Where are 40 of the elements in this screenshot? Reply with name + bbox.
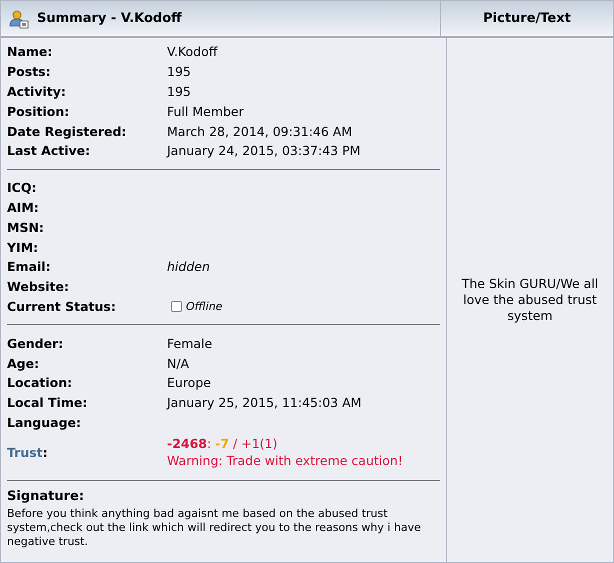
field-value: Europe: [167, 375, 211, 390]
signature-label: Signature:: [7, 489, 86, 504]
field-value: hidden: [167, 259, 210, 274]
field-value: V.Kodoff: [167, 44, 218, 60]
trust-warning: Warning: Trade with extreme caution!: [167, 452, 403, 470]
status-text: Offline: [186, 300, 222, 313]
field-value: March 28, 2014, 09:31:46 AM: [167, 124, 352, 139]
signature-text: Before you think anything bad agaisnt me based on the abused trust system,check out the link which will redirect you to the reasons why i have negative trust.: [7, 507, 422, 550]
field-value: 195: [167, 64, 191, 80]
profile-title: Summary - V.Kodoff: [37, 11, 182, 26]
field-label: Position:: [7, 104, 70, 119]
field-value: Full Member: [167, 104, 244, 119]
field-label: Last Active:: [7, 143, 92, 158]
field-label: Email:: [7, 259, 52, 274]
field-label: Activity:: [7, 84, 67, 99]
field-label: AIM:: [7, 200, 40, 215]
field-label: YIM:: [7, 240, 40, 255]
column-title: Picture/Text: [482, 10, 572, 28]
field-label: Age:: [7, 356, 40, 371]
field-value: N/A: [167, 356, 190, 371]
user-icon: [9, 8, 29, 28]
field-label: Current Status:: [7, 298, 117, 314]
field-value: January 25, 2015, 11:45:03 AM: [167, 395, 362, 410]
field-value: January 24, 2015, 03:37:43 PM: [167, 143, 360, 158]
field-label: Date Registered:: [7, 124, 128, 139]
field-label: ICQ:: [7, 180, 38, 196]
field-value: 195: [167, 84, 191, 99]
field-label: Local Time:: [7, 395, 88, 410]
field-label: Website:: [7, 279, 70, 294]
field-label: Language:: [7, 414, 82, 430]
field-label: Name:: [7, 44, 54, 60]
personal-text: The Skin GURU/We all love the abused trust system: [460, 276, 600, 324]
field-label: Trust:: [7, 444, 49, 460]
field-label: Location:: [7, 375, 74, 390]
trust-score: -2468: -7 / +1(1): [167, 435, 278, 452]
trust-link[interactable]: Trust: [7, 444, 43, 460]
field-label: Posts:: [7, 64, 52, 80]
field-label: MSN:: [7, 220, 45, 235]
field-value: Female: [167, 336, 212, 351]
field-label: Gender:: [7, 336, 64, 351]
